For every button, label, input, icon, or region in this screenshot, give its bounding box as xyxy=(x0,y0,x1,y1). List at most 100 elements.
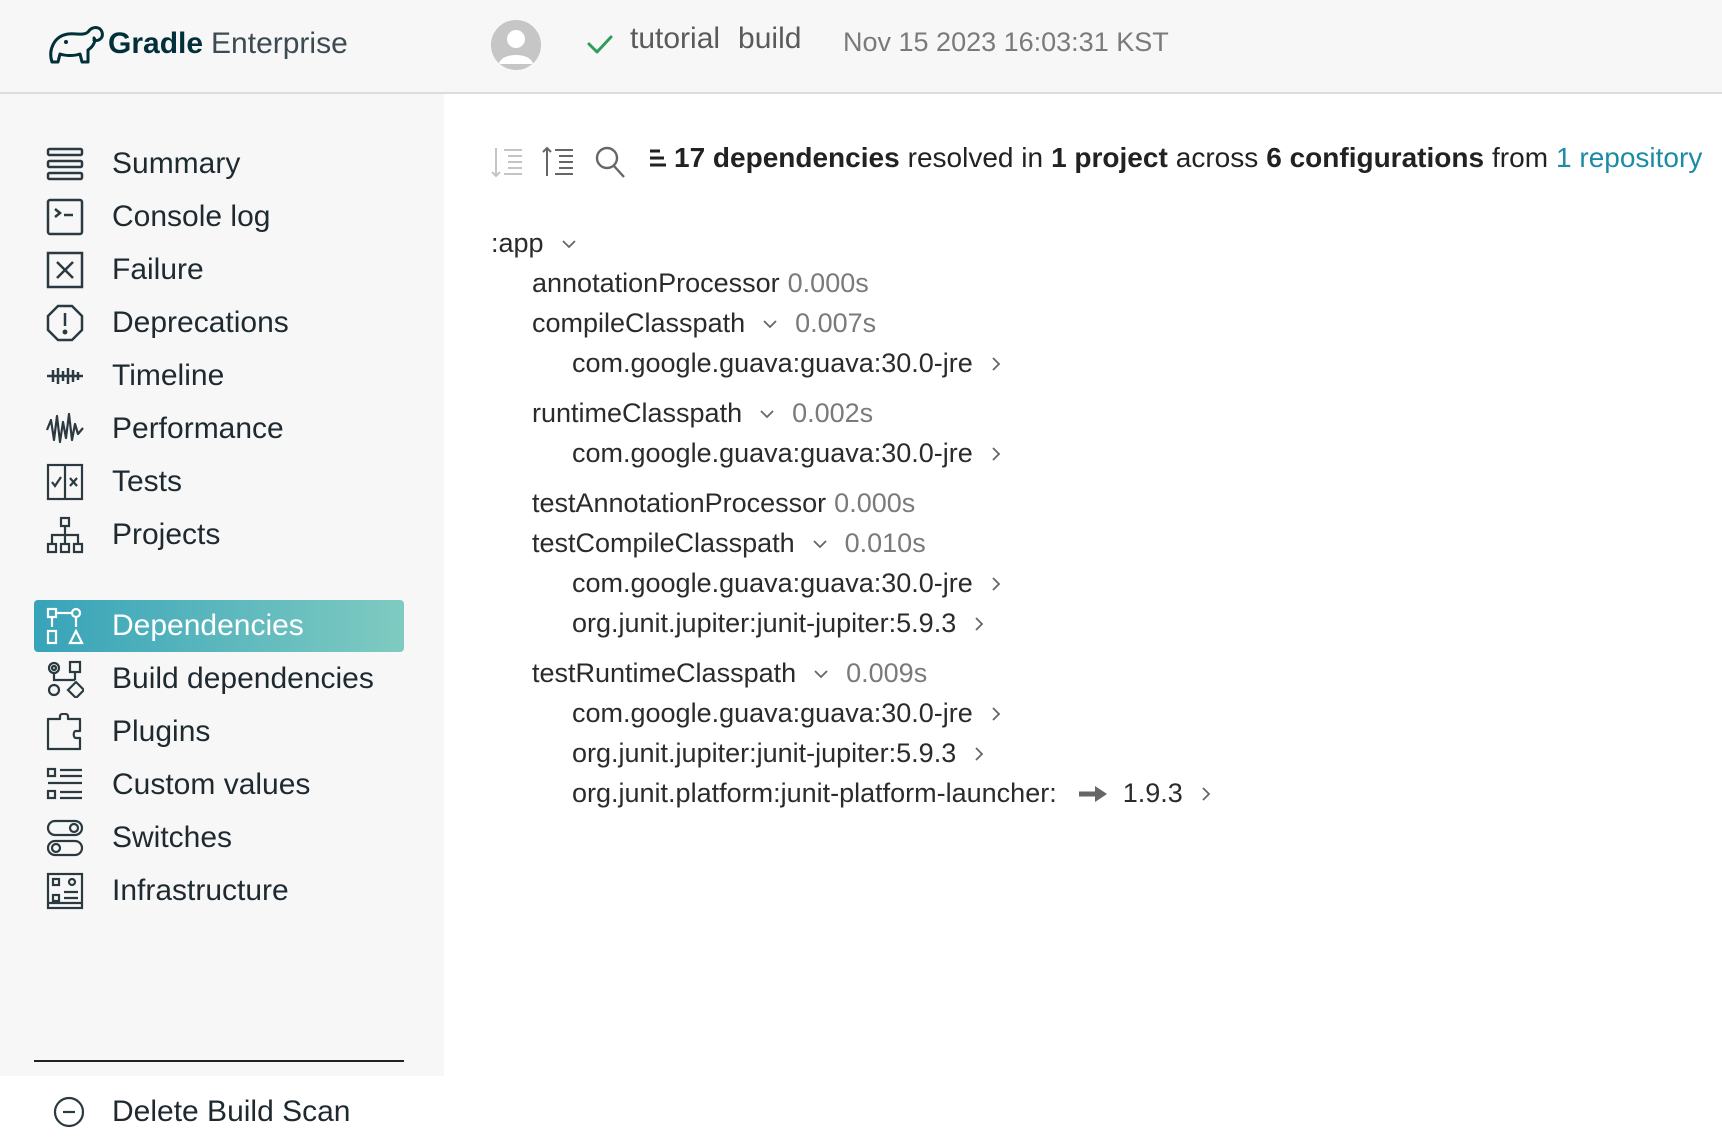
dependency-count: 17 dependencies xyxy=(674,142,900,173)
sidebar-item-label: Build dependencies xyxy=(112,662,374,695)
sidebar-item-custom-values[interactable]: Custom values xyxy=(34,759,404,811)
sidebar-item-dependencies[interactable]: Dependencies xyxy=(34,600,404,652)
sidebar-item-switches[interactable]: Switches xyxy=(34,812,404,864)
logo-brand: Gradle xyxy=(108,27,204,60)
chevron-down-icon[interactable] xyxy=(560,235,578,253)
chevron-right-icon[interactable] xyxy=(989,355,1003,373)
logo-product: Enterprise xyxy=(211,27,348,60)
sidebar-item-infrastructure[interactable]: Infrastructure xyxy=(34,865,404,917)
arrow-right-icon xyxy=(1078,785,1107,802)
sidebar-item-label: Tests xyxy=(112,465,183,498)
configuration-row[interactable]: compileClasspath 0.007s xyxy=(532,308,876,339)
sidebar-item-tests[interactable]: Tests xyxy=(34,456,404,508)
resolution-time: 0.000s xyxy=(834,488,916,518)
sidebar-item-deprecations[interactable]: Deprecations xyxy=(34,297,404,349)
dependency-summary: 17 dependencies resolved in 1 project ac… xyxy=(648,142,1702,174)
collapse-all-icon[interactable] xyxy=(490,144,524,180)
deprecations-icon xyxy=(46,304,84,342)
summary-text: from xyxy=(1492,142,1549,173)
sidebar-item-build-dependencies[interactable]: Build dependencies xyxy=(34,653,404,705)
delete-build-scan-button[interactable]: Delete Build Scan xyxy=(34,1086,404,1138)
summary-icon xyxy=(46,147,84,181)
sidebar-item-console-log[interactable]: Console log xyxy=(34,191,404,243)
sidebar-item-label: Summary xyxy=(112,147,241,180)
sidebar-nav: Summary Console log Failure Deprecations… xyxy=(0,94,444,1128)
minus-circle-icon xyxy=(53,1096,84,1128)
sidebar-item-label: Failure xyxy=(112,253,204,286)
sidebar-item-label: Performance xyxy=(112,412,284,445)
sidebar-item-summary[interactable]: Summary xyxy=(34,138,404,190)
resolution-time: 0.000s xyxy=(787,268,869,298)
project-node[interactable]: :app xyxy=(491,228,578,259)
chevron-down-icon[interactable] xyxy=(758,405,776,423)
expand-all-icon[interactable] xyxy=(541,144,575,180)
dependency-row[interactable]: org.junit.jupiter:junit-jupiter:5.9.3 xyxy=(572,608,986,639)
configuration-name: testCompileClasspath xyxy=(532,528,795,558)
switches-icon xyxy=(46,819,84,857)
dependency-row[interactable]: com.google.guava:guava:30.0-jre xyxy=(572,698,1003,729)
sidebar-item-label: Console log xyxy=(112,200,271,233)
chevron-down-icon[interactable] xyxy=(811,535,829,553)
dependency-row[interactable]: org.junit.jupiter:junit-jupiter:5.9.3 xyxy=(572,738,986,769)
configuration-name: annotationProcessor xyxy=(532,268,780,298)
configuration-row[interactable]: annotationProcessor 0.000s xyxy=(532,268,869,299)
build-dependencies-icon xyxy=(47,660,84,698)
infrastructure-icon xyxy=(46,872,84,910)
sidebar-item-projects[interactable]: Projects xyxy=(34,509,404,561)
dependency-coordinate: org.junit.jupiter:junit-jupiter:5.9.3 xyxy=(572,608,957,638)
sidebar-item-performance[interactable]: Performance xyxy=(34,403,404,455)
sidebar-item-timeline[interactable]: Timeline xyxy=(34,350,404,402)
console-icon xyxy=(46,198,84,236)
configuration-name: testRuntimeClasspath xyxy=(532,658,797,688)
dependency-row[interactable]: com.google.guava:guava:30.0-jre xyxy=(572,348,1003,379)
tests-icon xyxy=(46,463,84,501)
gradle-enterprise-logo[interactable]: Gradle Enterprise xyxy=(44,18,348,70)
delete-build-scan-label: Delete Build Scan xyxy=(112,1095,351,1128)
success-check-icon xyxy=(587,35,613,54)
project-count: 1 project xyxy=(1051,142,1168,173)
sidebar-item-label: Infrastructure xyxy=(112,874,289,907)
chevron-right-icon[interactable] xyxy=(989,445,1003,463)
resolution-time: 0.007s xyxy=(795,308,877,338)
chevron-right-icon[interactable] xyxy=(972,745,986,763)
configuration-name: compileClasspath xyxy=(532,308,746,338)
user-avatar[interactable] xyxy=(491,20,541,70)
repository-link[interactable]: 1 repository xyxy=(1556,142,1702,174)
configuration-row[interactable]: runtimeClasspath 0.002s xyxy=(532,398,873,429)
configuration-count: 6 configurations xyxy=(1266,142,1485,173)
chevron-down-icon[interactable] xyxy=(761,315,779,333)
sidebar-item-plugins[interactable]: Plugins xyxy=(34,706,404,758)
search-icon[interactable] xyxy=(593,144,627,180)
summary-text: across xyxy=(1175,142,1259,173)
dependency-coordinate: org.junit.platform:junit-platform-launch… xyxy=(572,778,1057,808)
chevron-right-icon[interactable] xyxy=(1199,785,1213,803)
sidebar-item-label: Dependencies xyxy=(112,609,304,642)
dependency-row[interactable]: com.google.guava:guava:30.0-jre xyxy=(572,438,1003,469)
configuration-row[interactable]: testRuntimeClasspath 0.009s xyxy=(532,658,927,689)
chevron-right-icon[interactable] xyxy=(989,575,1003,593)
sidebar-item-label: Switches xyxy=(112,821,233,854)
chevron-right-icon[interactable] xyxy=(972,615,986,633)
sidebar-item-label: Deprecations xyxy=(112,306,289,339)
summary-text: resolved in xyxy=(907,142,1044,173)
resolution-time: 0.002s xyxy=(792,398,874,428)
chevron-down-icon[interactable] xyxy=(812,665,830,683)
dependency-coordinate: com.google.guava:guava:30.0-jre xyxy=(572,348,973,378)
dependency-row[interactable]: com.google.guava:guava:30.0-jre xyxy=(572,568,1003,599)
configuration-name: runtimeClasspath xyxy=(532,398,743,428)
dependency-row[interactable]: org.junit.platform:junit-platform-launch… xyxy=(572,778,1213,809)
chevron-right-icon[interactable] xyxy=(989,705,1003,723)
resolved-version: 1.9.3 xyxy=(1122,778,1183,808)
sidebar-item-label: Plugins xyxy=(112,715,211,748)
user-silhouette-icon xyxy=(491,20,541,70)
sidebar-item-failure[interactable]: Failure xyxy=(34,244,404,296)
configuration-row[interactable]: testCompileClasspath 0.010s xyxy=(532,528,926,559)
dependencies-icon xyxy=(46,607,84,645)
timeline-icon xyxy=(47,368,83,384)
build-project-name: tutorial xyxy=(630,22,721,55)
dependency-coordinate: com.google.guava:guava:30.0-jre xyxy=(572,568,973,598)
build-task-name: build xyxy=(738,22,802,55)
app-header: Gradle Enterprise tutorial build Nov 15 20… xyxy=(0,0,1722,94)
configuration-row[interactable]: testAnnotationProcessor 0.000s xyxy=(532,488,915,519)
project-name: :app xyxy=(491,228,544,258)
